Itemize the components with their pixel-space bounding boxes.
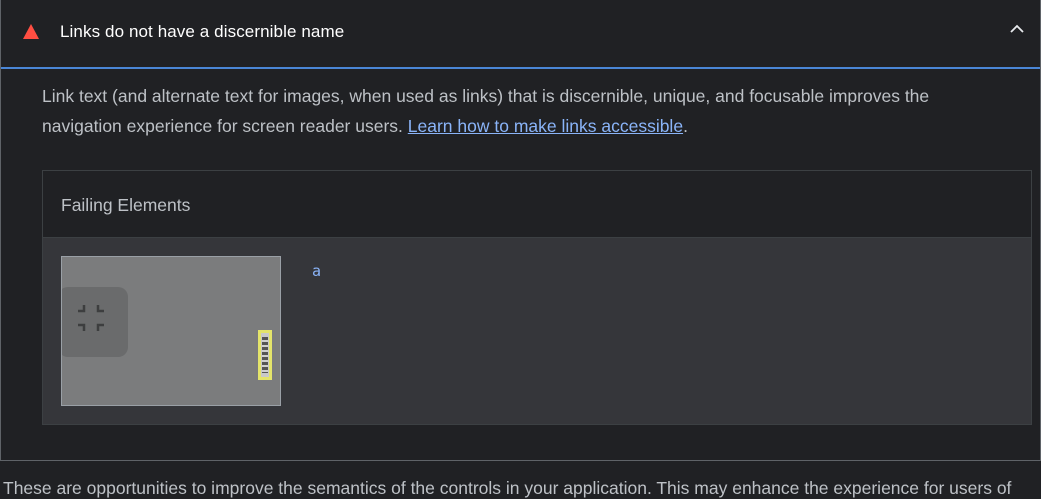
highlighted-link-element bbox=[258, 330, 272, 380]
description-period: . bbox=[683, 116, 688, 136]
exit-fullscreen-icon bbox=[78, 305, 104, 331]
fail-triangle-icon bbox=[23, 24, 39, 39]
audit-item: Links do not have a discernible name Lin… bbox=[0, 0, 1041, 461]
element-screenshot-thumbnail[interactable] bbox=[61, 256, 281, 406]
node-label[interactable]: a bbox=[312, 262, 321, 280]
link-text-glyph bbox=[262, 337, 268, 373]
table-header: Failing Elements bbox=[43, 171, 1031, 238]
failing-elements-table: Failing Elements a bbox=[42, 170, 1032, 425]
learn-more-link[interactable]: Learn how to make links accessible bbox=[408, 116, 683, 136]
audit-title: Links do not have a discernible name bbox=[60, 22, 345, 41]
table-header-label: Failing Elements bbox=[61, 195, 191, 215]
chevron-up-icon[interactable] bbox=[1008, 20, 1026, 38]
table-row: a bbox=[43, 238, 1031, 424]
next-section-text: These are opportunities to improve the s… bbox=[3, 478, 1012, 498]
exit-fullscreen-tile bbox=[62, 287, 128, 357]
audit-description: Link text (and alternate text for images… bbox=[42, 81, 1002, 141]
audit-header[interactable]: Links do not have a discernible name bbox=[1, 0, 1040, 69]
